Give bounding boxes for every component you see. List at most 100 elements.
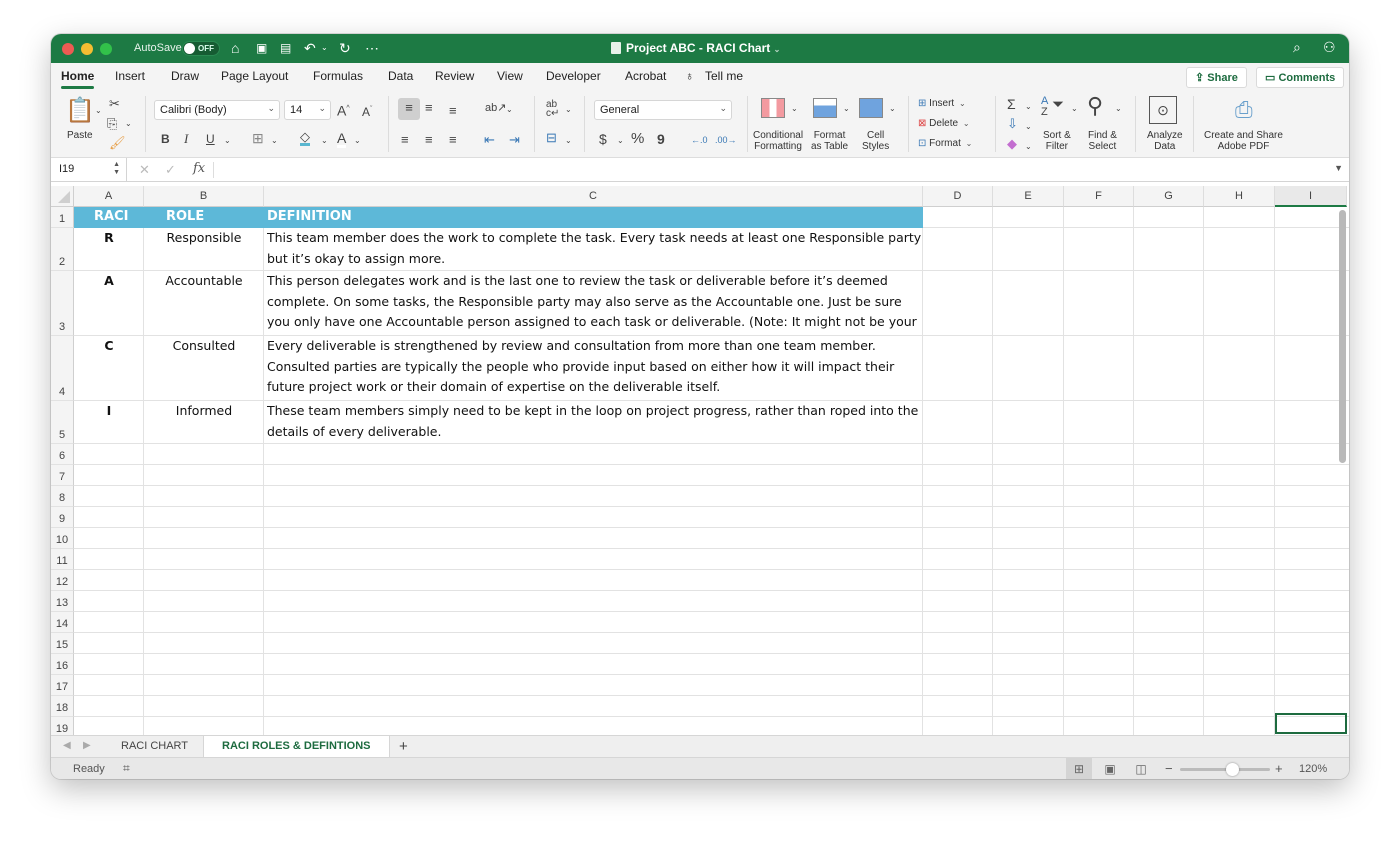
- cell-raci[interactable]: R: [74, 228, 144, 249]
- cell-definition[interactable]: This team member does the work to comple…: [267, 228, 922, 271]
- sheet-tab-raci-roles[interactable]: RACI ROLES & DEFINTIONS: [203, 736, 390, 757]
- zoom-level[interactable]: 120%: [1299, 763, 1327, 775]
- tab-insert[interactable]: Insert: [115, 69, 145, 83]
- find-icon[interactable]: ⚲: [1087, 94, 1103, 118]
- conditional-formatting-icon[interactable]: [761, 98, 785, 118]
- clear-dropdown-icon[interactable]: ⌄: [1025, 140, 1032, 154]
- format-as-table-button[interactable]: Format as Table: [811, 130, 848, 152]
- analyze-data-button[interactable]: Analyze Data: [1147, 130, 1183, 152]
- column-header-e[interactable]: E: [993, 186, 1064, 207]
- italic-button[interactable]: I: [184, 132, 188, 146]
- column-header-d[interactable]: D: [923, 186, 993, 207]
- enter-icon[interactable]: ✓: [165, 162, 176, 178]
- cell-raci[interactable]: C: [74, 336, 144, 357]
- align-bottom-icon[interactable]: ≡: [449, 104, 457, 118]
- tab-view[interactable]: View: [497, 69, 523, 83]
- row-header-12[interactable]: 12: [51, 570, 74, 591]
- autosave-toggle[interactable]: OFF: [182, 41, 220, 56]
- borders-icon[interactable]: ⊞: [252, 131, 264, 145]
- zoom-window-button[interactable]: [100, 43, 112, 55]
- share-button[interactable]: ⇪ Share: [1186, 67, 1247, 88]
- close-window-button[interactable]: [62, 43, 74, 55]
- align-top-icon[interactable]: ≡: [398, 98, 420, 120]
- page-layout-view-button[interactable]: ▣: [1097, 758, 1123, 779]
- tab-developer[interactable]: Developer: [546, 69, 601, 83]
- zoom-slider-knob[interactable]: [1226, 763, 1239, 776]
- row-header-3[interactable]: 3: [51, 271, 74, 336]
- underline-button[interactable]: U: [206, 132, 215, 146]
- document-title[interactable]: Project ABC - RACI Chart ⌄: [611, 41, 780, 55]
- column-header-i[interactable]: I: [1275, 186, 1347, 207]
- row-header-10[interactable]: 10: [51, 528, 74, 549]
- cell-role[interactable]: Informed: [144, 401, 264, 422]
- cell-definition[interactable]: Every deliverable is strengthened by rev…: [267, 336, 922, 401]
- page-break-view-button[interactable]: ◫: [1128, 758, 1154, 779]
- increase-indent-icon[interactable]: ⇥: [509, 133, 520, 147]
- cell-role[interactable]: Responsible: [144, 228, 264, 249]
- select-all-button[interactable]: [51, 186, 74, 207]
- tell-me[interactable]: Tell me: [705, 69, 743, 83]
- zoom-slider[interactable]: [1180, 763, 1270, 776]
- bold-button[interactable]: B: [161, 132, 170, 146]
- row-header-4[interactable]: 4: [51, 336, 74, 401]
- row-header-11[interactable]: 11: [51, 549, 74, 570]
- format-as-table-dropdown-icon[interactable]: ⌄: [843, 102, 850, 116]
- font-color-dropdown-icon[interactable]: ⌄: [354, 134, 361, 148]
- cell-role[interactable]: Consulted: [144, 336, 264, 357]
- font-color-icon[interactable]: A: [337, 131, 347, 148]
- accessibility-icon[interactable]: ⌗: [123, 761, 130, 776]
- redo-icon[interactable]: ↻: [339, 39, 351, 57]
- borders-dropdown-icon[interactable]: ⌄: [271, 134, 278, 148]
- comma-button[interactable]: 9: [657, 132, 665, 146]
- sort-filter-button[interactable]: Sort & Filter: [1043, 130, 1071, 152]
- fill-color-dropdown-icon[interactable]: ⌄: [321, 134, 328, 148]
- formula-input[interactable]: [219, 161, 1319, 179]
- row-header-19[interactable]: 19: [51, 717, 74, 735]
- analyze-data-icon[interactable]: ⊙: [1149, 96, 1177, 124]
- cell-styles-button[interactable]: Cell Styles: [862, 130, 889, 152]
- wrap-text-icon[interactable]: ab c↵: [546, 100, 559, 119]
- orientation-dropdown-icon[interactable]: ⌄: [506, 103, 513, 117]
- column-header-g[interactable]: G: [1134, 186, 1204, 207]
- row-header-8[interactable]: 8: [51, 486, 74, 507]
- name-box-stepper-icon[interactable]: ▲ ▼: [113, 161, 120, 177]
- fill-dropdown-icon[interactable]: ⌄: [1025, 120, 1032, 134]
- save-as-icon[interactable]: ▤: [280, 39, 291, 57]
- insert-function-button[interactable]: fx: [193, 161, 205, 176]
- selected-cell-i19[interactable]: [1275, 713, 1347, 734]
- row-header-7[interactable]: 7: [51, 465, 74, 486]
- cell-role[interactable]: Accountable: [144, 271, 264, 292]
- align-middle-icon[interactable]: ≡: [425, 101, 433, 115]
- sheet-tab-raci-chart[interactable]: RACI CHART: [103, 736, 206, 757]
- copy-icon[interactable]: ⎘: [107, 117, 117, 131]
- row-header-13[interactable]: 13: [51, 591, 74, 612]
- row-header-14[interactable]: 14: [51, 612, 74, 633]
- autosum-icon[interactable]: Σ: [1007, 97, 1016, 111]
- tab-data[interactable]: Data: [388, 69, 413, 83]
- cell-raci[interactable]: A: [74, 271, 144, 292]
- spreadsheet-grid[interactable]: ABCDEFGHI 1 2 3 4 5 6 7 8 9 10 11 12 13 14 15 16 17 18 19 …: [51, 182, 1349, 735]
- more-icon[interactable]: ⋯: [365, 39, 379, 57]
- fill-color-icon[interactable]: ◇: [300, 130, 310, 146]
- merge-center-icon[interactable]: ⊟: [546, 131, 557, 145]
- clear-icon[interactable]: ◆: [1007, 137, 1017, 151]
- decrease-font-icon[interactable]: Aˇ: [362, 103, 372, 119]
- sort-filter-dropdown-icon[interactable]: ⌄: [1071, 102, 1078, 116]
- increase-decimal-icon[interactable]: ←.0: [691, 133, 708, 147]
- cell-raci[interactable]: I: [74, 401, 144, 422]
- wrap-text-dropdown-icon[interactable]: ⌄: [565, 103, 572, 117]
- tab-draw[interactable]: Draw: [171, 69, 199, 83]
- row-header-9[interactable]: 9: [51, 507, 74, 528]
- tab-review[interactable]: Review: [435, 69, 474, 83]
- number-format-select[interactable]: General ⌄: [594, 100, 732, 120]
- font-name-select[interactable]: Calibri (Body) ⌄: [154, 100, 280, 120]
- row-header-2[interactable]: 2: [51, 228, 74, 271]
- column-header-b[interactable]: B: [144, 186, 264, 207]
- find-select-button[interactable]: Find & Select: [1088, 130, 1117, 152]
- zoom-in-button[interactable]: +: [1275, 761, 1283, 776]
- sort-icon[interactable]: AZ: [1041, 96, 1048, 118]
- home-icon[interactable]: ⌂: [231, 39, 239, 57]
- row-header-16[interactable]: 16: [51, 654, 74, 675]
- search-icon[interactable]: ⌕: [1293, 39, 1301, 56]
- column-header-h[interactable]: H: [1204, 186, 1275, 207]
